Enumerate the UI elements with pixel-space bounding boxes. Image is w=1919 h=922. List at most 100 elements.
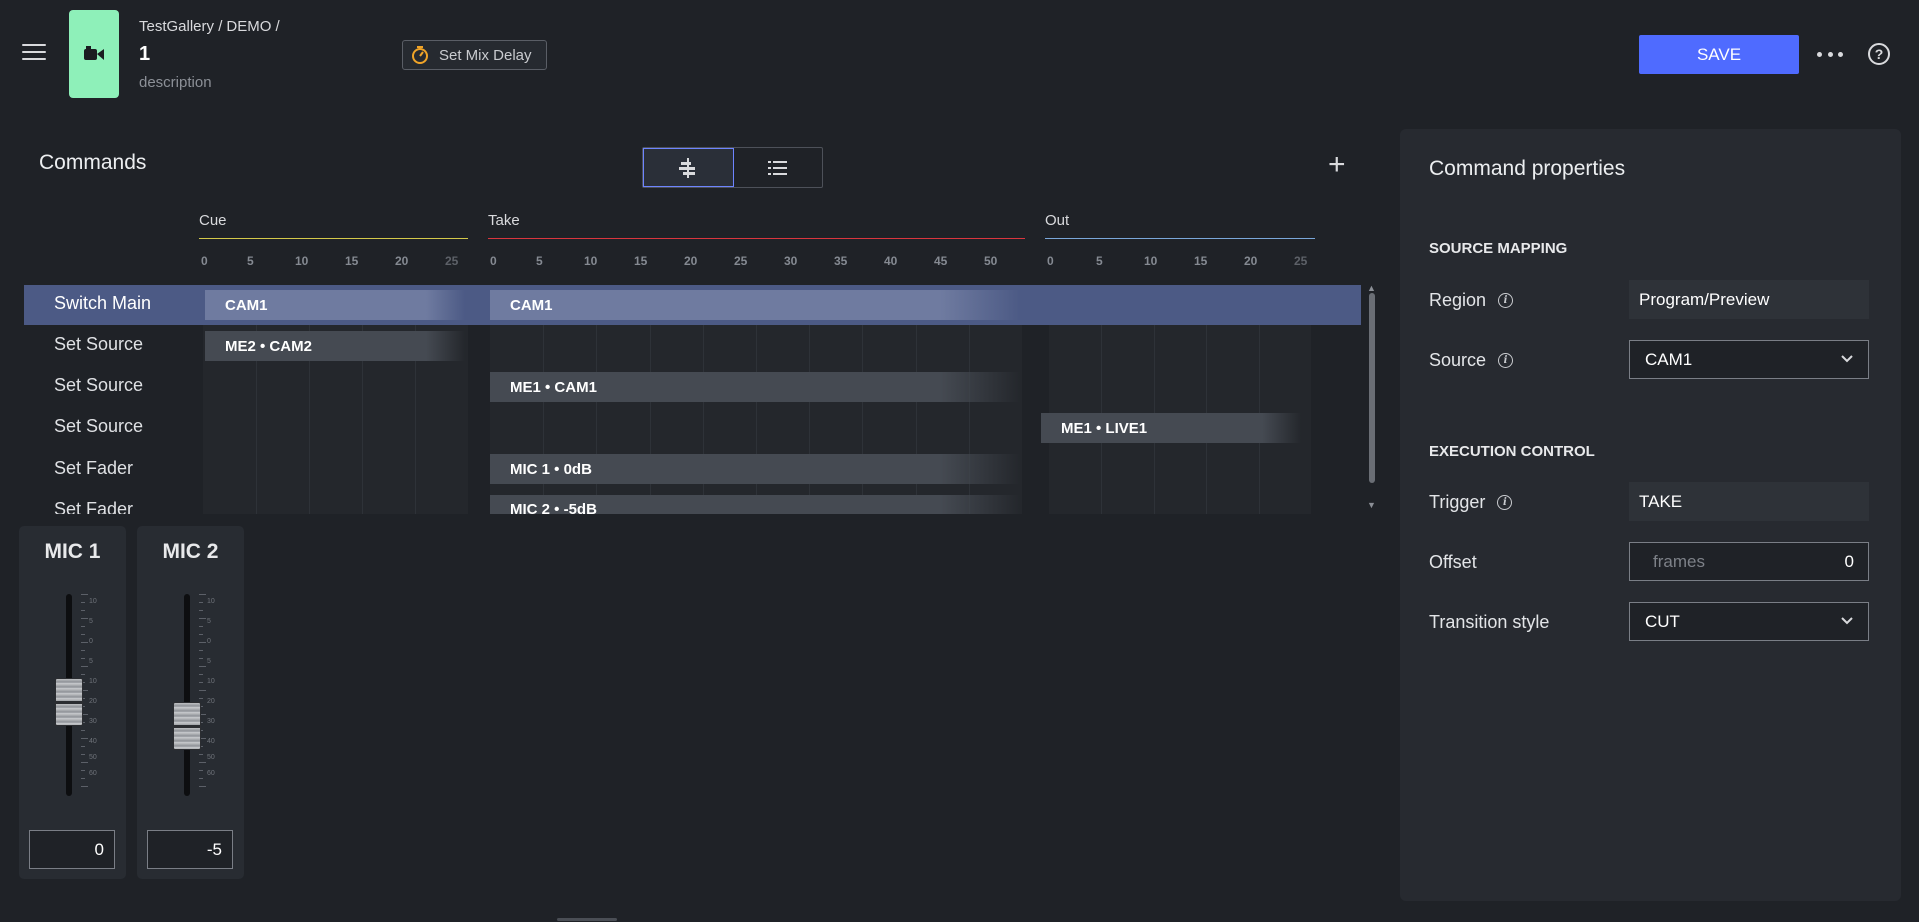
scroll-down-icon[interactable]: ▼: [1367, 500, 1376, 510]
command-block[interactable]: MIC 2 • -5dB: [490, 495, 1020, 514]
info-icon[interactable]: i: [1498, 293, 1514, 308]
fader-tick: [81, 602, 85, 603]
offset-placeholder: frames: [1653, 551, 1705, 571]
fader-scale-label: 0: [207, 638, 211, 645]
source-label-text: Source: [1429, 350, 1487, 370]
fader-tick: [199, 754, 203, 755]
fader-tick: [199, 770, 203, 771]
breadcrumb-demo[interactable]: DEMO /: [226, 18, 279, 35]
scrollbar[interactable]: [1369, 293, 1375, 483]
ruler-take: 0 5 10 15 20 25 30 35 40 45 50: [490, 254, 1030, 274]
fader-tick: [81, 618, 88, 619]
scroll-up-icon[interactable]: ▲: [1367, 283, 1376, 293]
command-block[interactable]: MIC 1 • 0dB: [490, 454, 1020, 484]
row-label-switch-main[interactable]: Switch Main: [54, 293, 151, 314]
fader-tick: [81, 594, 88, 595]
timer-icon: [412, 46, 428, 64]
properties-title: Command properties: [1429, 157, 1626, 180]
fader-scale-label: 10: [89, 598, 97, 605]
mixer-channel-mic2: MIC 2 10 5 0 5 10 20 30 40 50 60: [137, 526, 244, 879]
command-block[interactable]: ME1 • LIVE1: [1041, 413, 1301, 443]
ruler-cue: 0 5 10 15 20 25: [201, 254, 469, 274]
tick-label: 15: [345, 254, 359, 268]
fader-tick: [81, 634, 85, 635]
fader-scale-label: 30: [89, 718, 97, 725]
fader-knob[interactable]: [173, 702, 201, 750]
fader-scale-label: 5: [207, 618, 211, 625]
tick-label: 0: [490, 254, 497, 268]
resize-handle[interactable]: [557, 918, 617, 921]
transition-style-select[interactable]: CUT: [1629, 602, 1869, 641]
section-execution-control: EXECUTION CONTROL: [1429, 443, 1595, 460]
fader-tick: [199, 602, 203, 603]
fader-scale-label: 60: [89, 770, 97, 777]
timeline-view-button[interactable]: [643, 148, 734, 187]
tick-label: 10: [584, 254, 598, 268]
tick-label: 50: [984, 254, 998, 268]
tick-label: 20: [684, 254, 698, 268]
fader-tick: [81, 770, 85, 771]
fader-scale-label: 20: [89, 698, 97, 705]
transition-style-value: CUT: [1645, 611, 1680, 631]
save-button[interactable]: SAVE: [1639, 35, 1799, 74]
source-select[interactable]: CAM1: [1629, 340, 1869, 379]
set-mix-delay-button[interactable]: Set Mix Delay: [402, 40, 547, 70]
page-description: description: [139, 74, 212, 91]
fader-tick: [199, 682, 203, 683]
row-label-set-source[interactable]: Set Source: [54, 334, 143, 355]
fader-tick: [81, 762, 88, 763]
add-command-button[interactable]: +: [1328, 150, 1346, 180]
offset-input[interactable]: frames 0: [1629, 542, 1869, 581]
more-options-icon[interactable]: [1817, 44, 1843, 64]
command-block[interactable]: CAM1: [205, 290, 465, 320]
command-block[interactable]: CAM1: [490, 290, 1020, 320]
fader-tick: [199, 674, 203, 675]
fader-tick: [81, 730, 85, 731]
trigger-label-text: Trigger: [1429, 492, 1486, 512]
section-source-mapping: SOURCE MAPPING: [1429, 240, 1568, 257]
fader-tick: [199, 786, 206, 787]
fader-tick: [199, 778, 203, 779]
fader-tick: [199, 618, 206, 619]
tick-label: 20: [1244, 254, 1258, 268]
list-view-icon: [767, 160, 787, 175]
offset-value[interactable]: 0: [1845, 552, 1854, 572]
fader-track[interactable]: [184, 594, 190, 796]
tick-label: 20: [395, 254, 409, 268]
row-label-set-fader[interactable]: Set Fader: [54, 458, 133, 479]
fader-tick: [81, 642, 88, 643]
help-icon[interactable]: ?: [1868, 43, 1890, 65]
fader-tick: [199, 642, 206, 643]
page-title: 1: [139, 43, 151, 65]
fader-scale-label: 0: [89, 638, 93, 645]
fader-scale-label: 10: [89, 678, 97, 685]
fader-tick: [81, 778, 85, 779]
lane-header-take: Take: [488, 212, 520, 229]
row-label-set-source[interactable]: Set Source: [54, 416, 143, 437]
list-view-button[interactable]: [734, 148, 823, 187]
fader-knob[interactable]: [55, 678, 83, 726]
fader-tick: [199, 610, 203, 611]
lane-underline-out: [1045, 238, 1315, 239]
fader-tick: [199, 698, 203, 699]
fader-value-input[interactable]: [147, 830, 233, 869]
row-label-set-source[interactable]: Set Source: [54, 375, 143, 396]
channel-name: MIC 2: [162, 540, 219, 563]
region-label: Region i: [1429, 290, 1514, 311]
row-label-set-fader[interactable]: Set Fader: [54, 499, 133, 514]
ruler-out: 0 5 10 15 20 25: [1047, 254, 1317, 274]
command-block[interactable]: ME2 • CAM2: [205, 331, 465, 361]
info-icon[interactable]: i: [1497, 495, 1513, 510]
timeline-view-icon: [679, 157, 696, 178]
breadcrumb-gallery[interactable]: TestGallery /: [139, 18, 222, 35]
tick-label: 10: [295, 254, 309, 268]
info-icon[interactable]: i: [1498, 353, 1514, 368]
command-block[interactable]: ME1 • CAM1: [490, 372, 1020, 402]
tick-label: 0: [201, 254, 208, 268]
tick-label: 35: [834, 254, 848, 268]
fader-tick: [81, 610, 85, 611]
lane-header-cue: Cue: [199, 212, 227, 229]
mixer-channel-mic1: MIC 1 10 5 0 5 10 20 30 40 50 60: [19, 526, 126, 879]
fader-value-input[interactable]: [29, 830, 115, 869]
hamburger-menu-icon[interactable]: [22, 44, 46, 64]
